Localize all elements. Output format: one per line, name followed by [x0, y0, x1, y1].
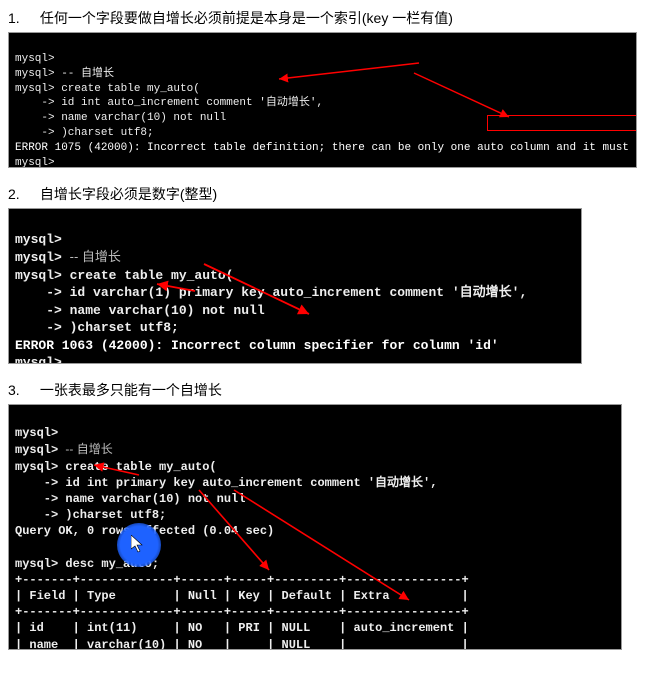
terminal-2: mysql> mysql> -- 自增长 mysql> create table…: [8, 208, 582, 364]
section-2-caption: 2. 自增长字段必须是数字(整型): [8, 184, 637, 204]
section-3-caption: 3. 一张表最多只能有一个自增长: [8, 380, 637, 400]
caption-text: 任何一个字段要做自增长必须前提是本身是一个索引(key 一栏有值): [40, 10, 453, 26]
table-header: | Field | Type | Null | Key | Default | …: [15, 589, 469, 603]
section-1-caption: 1. 任何一个字段要做自增长必须前提是本身是一个索引(key 一栏有值): [8, 8, 637, 28]
term-line: mysql>: [15, 426, 58, 440]
term-line: -> id int primary key auto_increment com…: [15, 476, 437, 490]
terminal-1: mysql> mysql> -- 自增长 mysql> create table…: [8, 32, 637, 168]
term-line: -> name varchar(10) not null: [15, 492, 245, 506]
table-sep: +-------+-------------+------+-----+----…: [15, 573, 469, 587]
list-number: 2.: [8, 186, 36, 202]
caption-text: 一张表最多只能有一个自增长: [40, 382, 222, 398]
term-error-line: ERROR 1063 (42000): Incorrect column spe…: [15, 338, 499, 353]
list-number: 1.: [8, 10, 36, 26]
list-number: 3.: [8, 382, 36, 398]
term-line: mysql>: [15, 157, 55, 168]
term-line: mysql> desc my_auto;: [15, 557, 159, 571]
term-line: -> id int auto_increment comment '自动增长',: [15, 97, 323, 109]
terminal-3: mysql> mysql> -- 自增长 mysql> create table…: [8, 404, 622, 650]
term-line: mysql> create table my_auto(: [15, 460, 217, 474]
table-row: | id | int(11) | NO | PRI | NULL | auto_…: [15, 621, 469, 635]
term-line: -> id varchar(1) primary key auto_increm…: [15, 285, 527, 300]
term-line: mysql>: [15, 53, 55, 65]
term-line: mysql> -- 自增长: [15, 68, 114, 80]
term-line: mysql>: [15, 232, 62, 247]
term-line: -> name varchar(10) not null: [15, 112, 226, 124]
term-line: mysql> create table my_auto(: [15, 268, 233, 283]
term-line: -> )charset utf8;: [15, 508, 166, 522]
term-line: -> name varchar(10) not null: [15, 303, 265, 318]
term-line: -> )charset utf8;: [15, 127, 154, 139]
term-line: mysql> -- 自增长: [15, 250, 121, 265]
term-line: mysql>: [15, 355, 62, 364]
term-line: Query OK, 0 rows affected (0.04 sec): [15, 524, 274, 538]
term-error-line: ERROR 1075 (42000): Incorrect table defi…: [15, 142, 637, 154]
highlight-box: [487, 115, 637, 131]
table-sep: +-------+-------------+------+-----+----…: [15, 605, 469, 619]
term-line: mysql> create table my_auto(: [15, 83, 200, 95]
term-line: -> )charset utf8;: [15, 320, 179, 335]
table-row: | name | varchar(10) | NO | | NULL | |: [15, 638, 469, 650]
term-line: mysql> -- 自增长: [15, 443, 113, 457]
caption-text: 自增长字段必须是数字(整型): [40, 186, 217, 202]
